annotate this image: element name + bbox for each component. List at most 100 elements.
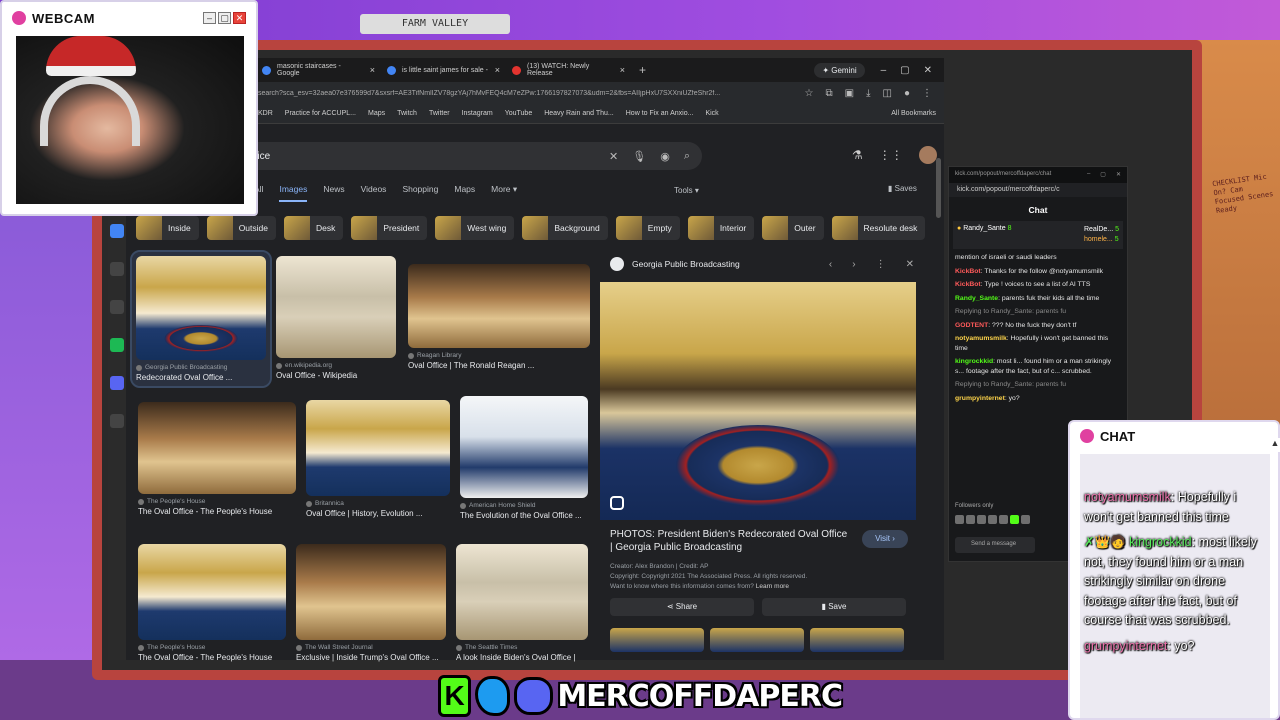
emote-icon[interactable] [955,515,964,524]
chip-empty[interactable]: Empty [615,216,680,240]
chip-west-wing[interactable]: West wing [435,216,515,240]
image-result[interactable]: Georgia Public Broadcasting Redecorated … [130,250,272,388]
minimize-button[interactable]: – [1087,171,1090,179]
lens-icon[interactable] [610,496,624,510]
image-result[interactable]: The Seattle Times A look Inside Biden's … [456,544,590,662]
image-result[interactable]: en.wikipedia.org Oval Office - Wikipedia [276,256,396,380]
maximize-button[interactable]: ▢ [900,65,909,76]
extensions-icon[interactable]: ⧉ [825,88,832,99]
tab-watch-newly-released[interactable]: (13) WATCH: Newly Release × [506,59,631,81]
chip-president[interactable]: President [351,216,428,240]
share-button[interactable]: ⋖ Share [610,598,754,616]
learn-more-link[interactable]: Learn more [756,583,789,590]
download-icon[interactable]: ⤓ [866,88,870,99]
bookmark-instagram[interactable]: Instagram [462,110,493,117]
bookmark-youtube[interactable]: YouTube [505,110,533,117]
chip-outer[interactable]: Outer [762,216,824,240]
url-text[interactable]: /search?sca_esv=32aea07e376599d7&sxsrf=A… [256,90,776,97]
kick-url-bar[interactable]: kick.com/popout/mercoffdaperc/c [949,183,1127,197]
image-result[interactable]: Reagan Library Oval Office | The Ronald … [408,264,590,370]
emote-icon[interactable] [999,515,1008,524]
tab-masonic-staircases[interactable]: masonic staircases - Google × [256,59,381,81]
new-tab-button[interactable]: + [631,63,654,77]
bookmark-kdr[interactable]: KDR [258,110,273,117]
emote-icon[interactable] [966,515,975,524]
profile-icon[interactable]: ● [904,88,910,99]
related-image[interactable] [710,628,804,652]
tab-shopping[interactable]: Shopping [402,184,438,202]
chip-interior[interactable]: Interior [687,216,755,240]
save-button[interactable]: ▮ Save [762,598,906,616]
preview-image[interactable] [600,282,916,520]
emote-icon[interactable] [988,515,997,524]
voice-search-icon[interactable]: 🎙 [632,150,646,163]
tab-videos[interactable]: Videos [361,184,387,202]
bookmark-practice[interactable]: Practice for ACCUPL... [285,110,356,117]
search-icon[interactable]: ⌕ [684,150,690,163]
emote-icon[interactable] [1021,515,1030,524]
bookmark-anxiety[interactable]: How to Fix an Anxio... [626,110,694,117]
lens-search-icon[interactable]: ◉ [660,150,670,163]
preview-source[interactable]: Georgia Public Broadcasting [632,259,740,269]
spotify-icon[interactable] [110,338,124,352]
send-message-input[interactable]: Send a message [955,537,1035,553]
image-result[interactable]: The Wall Street Journal Exclusive | Insi… [296,544,448,662]
bookmark-twitter[interactable]: Twitter [429,110,450,117]
prev-image-icon[interactable]: ‹ [829,259,832,270]
screenshot-icon[interactable]: ▣ [845,88,854,99]
app-icon[interactable] [110,414,124,428]
tab-more[interactable]: More ▾ [491,184,517,202]
tab-little-saint-james[interactable]: is little saint james for sale - × [381,59,506,81]
emote-icon[interactable] [1010,515,1019,524]
twitter-logo-icon [475,676,511,716]
search-input[interactable]: ffice ✕ 🎙 ◉ ⌕ [240,142,702,170]
visit-button[interactable]: Visit › [862,530,908,548]
bookmark-maps[interactable]: Maps [368,110,385,117]
close-preview-icon[interactable]: ✕ [906,259,914,270]
saves-link[interactable]: ▮ Saves [888,184,917,193]
split-view-icon[interactable]: ◫ [883,88,892,99]
avatar[interactable] [918,146,937,164]
chip-desk[interactable]: Desk [283,216,344,240]
page-scrollbar[interactable] [936,158,941,218]
discord-icon[interactable] [110,376,124,390]
emote-icon[interactable] [977,515,986,524]
labs-flask-icon[interactable]: ⚗ [852,148,863,162]
close-tab-icon[interactable]: × [620,65,625,75]
app-icon[interactable] [110,262,124,276]
menu-kebab-icon[interactable]: ⋮ [922,88,932,99]
tab-news[interactable]: News [323,184,344,202]
related-image[interactable] [810,628,904,652]
next-image-icon[interactable]: › [852,259,855,270]
app-icon[interactable] [110,300,124,314]
bookmark-heavy-rain[interactable]: Heavy Rain and Thu... [544,110,614,117]
image-result[interactable]: Britannica Oval Office | History, Evolut… [306,400,450,518]
gemini-button[interactable]: ✦ Gemini [814,62,865,78]
preview-title[interactable]: PHOTOS: President Biden's Redecorated Ov… [610,528,850,554]
bookmark-twitch[interactable]: Twitch [397,110,417,117]
close-window-button[interactable]: ✕ [1116,171,1121,179]
tools-dropdown[interactable]: Tools ▾ [674,186,699,195]
tab-images[interactable]: Images [279,184,308,202]
all-bookmarks[interactable]: All Bookmarks [891,110,944,117]
related-image[interactable] [610,628,704,652]
minimize-button[interactable]: – [881,65,887,76]
image-result[interactable]: The People's House The Oval Office - The… [138,544,288,662]
bookmark-kick[interactable]: Kick [705,110,718,117]
chip-inside[interactable]: Inside [136,216,199,240]
bookmark-star-icon[interactable]: ☆ [805,88,814,99]
maximize-button[interactable]: ▢ [1100,171,1106,179]
apps-grid-icon[interactable]: ⋮⋮ [879,148,903,162]
chip-outside[interactable]: Outside [206,216,276,240]
chip-background[interactable]: Background [522,216,608,240]
close-tab-icon[interactable]: × [370,65,375,75]
close-window-button[interactable]: ✕ [924,65,932,76]
tab-maps[interactable]: Maps [454,184,475,202]
image-result[interactable]: American Home Shield The Evolution of th… [460,396,590,520]
chip-resolute-desk[interactable]: Resolute desk [831,216,926,240]
clear-search-icon[interactable]: ✕ [609,150,618,163]
close-tab-icon[interactable]: × [495,65,500,75]
more-options-icon[interactable]: ⋮ [876,259,886,270]
chrome-icon[interactable] [110,224,124,238]
image-result[interactable]: The People's House The Oval Office - The… [138,402,296,516]
